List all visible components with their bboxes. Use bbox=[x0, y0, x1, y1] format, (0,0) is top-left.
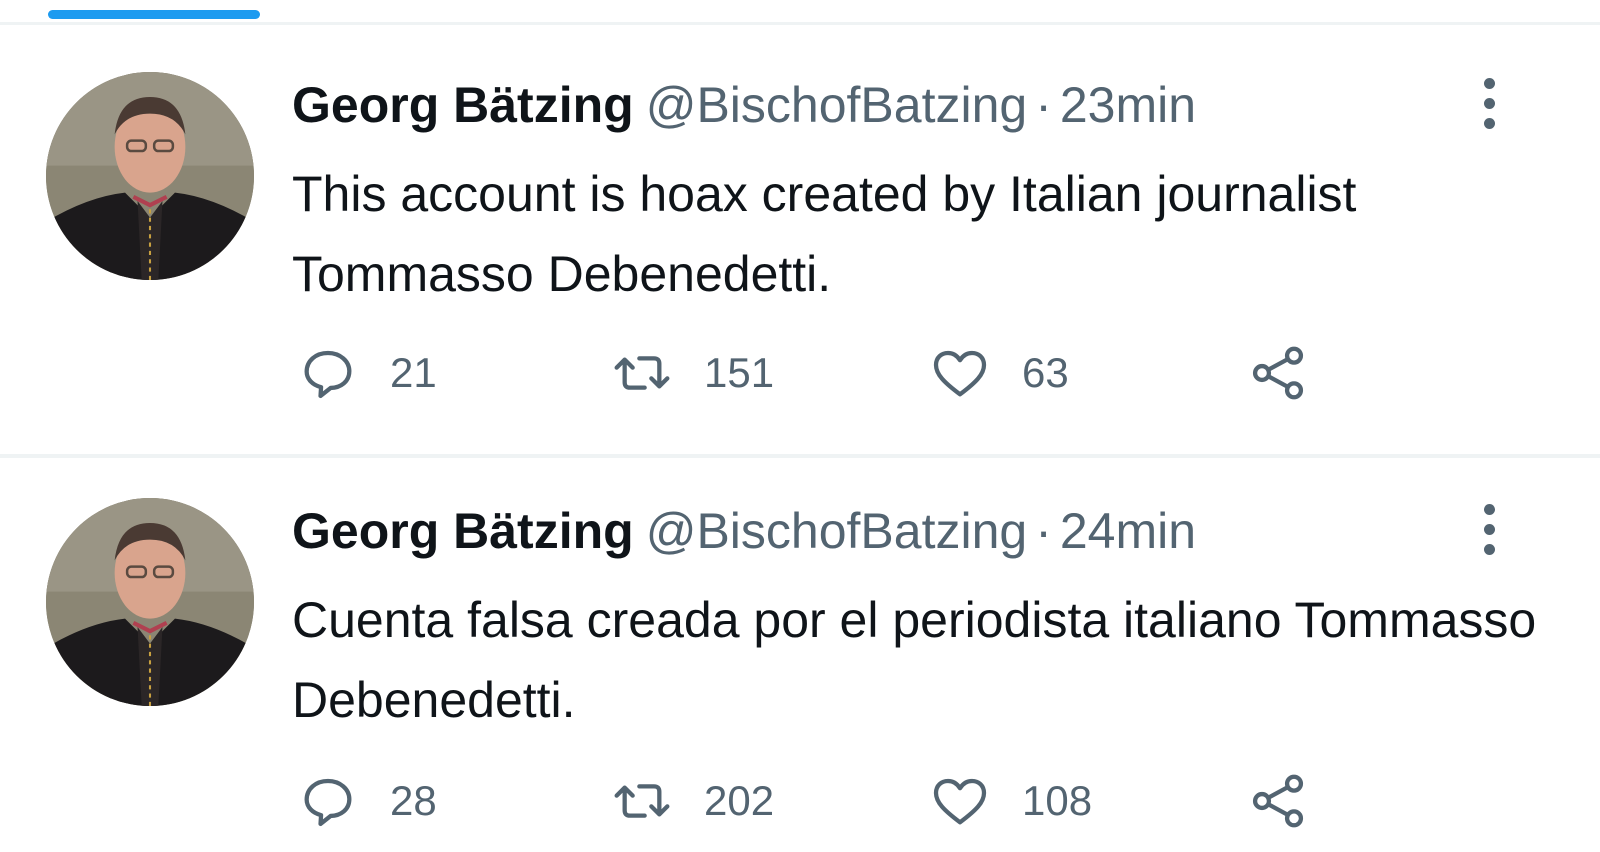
share-icon bbox=[1252, 774, 1304, 828]
tweet-header: Georg Bätzing @BischofBatzing · 24min bbox=[292, 500, 1196, 562]
avatar[interactable] bbox=[46, 72, 254, 280]
more-options-icon[interactable] bbox=[1478, 78, 1502, 130]
tweet-header: Georg Bätzing @BischofBatzing · 23min bbox=[292, 74, 1196, 136]
retweet-button[interactable]: 202 bbox=[610, 766, 774, 836]
heart-icon bbox=[933, 778, 987, 825]
author-name[interactable]: Georg Bätzing bbox=[292, 77, 634, 133]
reply-count: 21 bbox=[390, 349, 437, 396]
retweet-count: 202 bbox=[704, 777, 775, 824]
tweet-text: This account is hoax created by Italian … bbox=[292, 166, 1357, 302]
share-button[interactable] bbox=[1246, 338, 1310, 408]
divider bbox=[0, 22, 1600, 25]
retweet-icon bbox=[614, 356, 670, 390]
author-handle[interactable]: @BischofBatzing bbox=[646, 77, 1028, 133]
reply-button[interactable]: 28 bbox=[296, 766, 437, 836]
tweet-text: Cuenta falsa creada por el periodista it… bbox=[292, 592, 1537, 728]
timestamp[interactable]: 24min bbox=[1060, 503, 1196, 559]
tweet-actions: 21 151 63 bbox=[296, 338, 1396, 408]
reply-icon bbox=[304, 778, 352, 827]
reply-button[interactable]: 21 bbox=[296, 338, 437, 408]
author-name[interactable]: Georg Bätzing bbox=[292, 503, 634, 559]
timestamp[interactable]: 23min bbox=[1060, 77, 1196, 133]
tweet[interactable]: Georg Bätzing @BischofBatzing · 23min This … bbox=[0, 26, 1600, 456]
separator: · bbox=[1035, 77, 1052, 133]
author-handle[interactable]: @BischofBatzing bbox=[646, 503, 1028, 559]
separator: · bbox=[1035, 503, 1052, 559]
avatar-image bbox=[46, 498, 254, 706]
like-count: 63 bbox=[1022, 349, 1069, 396]
active-tab-indicator bbox=[48, 10, 260, 19]
share-button[interactable] bbox=[1246, 766, 1310, 836]
tweet-actions: 28 202 108 bbox=[296, 766, 1396, 836]
retweet-count: 151 bbox=[704, 349, 775, 396]
avatar[interactable] bbox=[46, 498, 254, 706]
heart-icon bbox=[933, 350, 987, 397]
retweet-button[interactable]: 151 bbox=[610, 338, 774, 408]
divider bbox=[0, 454, 1600, 458]
like-button[interactable]: 63 bbox=[928, 338, 1069, 408]
reply-count: 28 bbox=[390, 777, 437, 824]
more-options-icon[interactable] bbox=[1478, 504, 1502, 556]
like-button[interactable]: 108 bbox=[928, 766, 1092, 836]
tweet[interactable]: Georg Bätzing @BischofBatzing · 24min Cuent… bbox=[0, 460, 1600, 852]
share-icon bbox=[1252, 346, 1304, 400]
retweet-icon bbox=[614, 784, 670, 818]
reply-icon bbox=[304, 350, 352, 399]
like-count: 108 bbox=[1022, 777, 1093, 824]
avatar-image bbox=[46, 72, 254, 280]
